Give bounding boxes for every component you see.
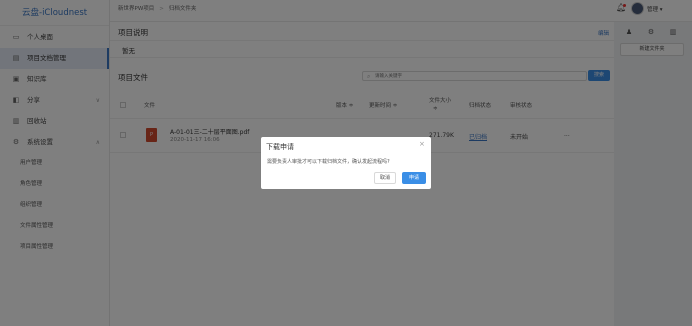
close-icon[interactable]: ×	[419, 140, 425, 148]
dialog-message: 需要负责人审批才可以下载归档文件，确认发起流程吗?	[267, 159, 390, 165]
apply-button[interactable]: 申请	[402, 172, 426, 184]
dialog-title: 下载申请	[266, 143, 294, 151]
cancel-button[interactable]: 取消	[374, 172, 396, 184]
download-request-dialog: 下载申请 × 需要负责人审批才可以下载归档文件，确认发起流程吗? 取消 申请	[261, 137, 431, 189]
